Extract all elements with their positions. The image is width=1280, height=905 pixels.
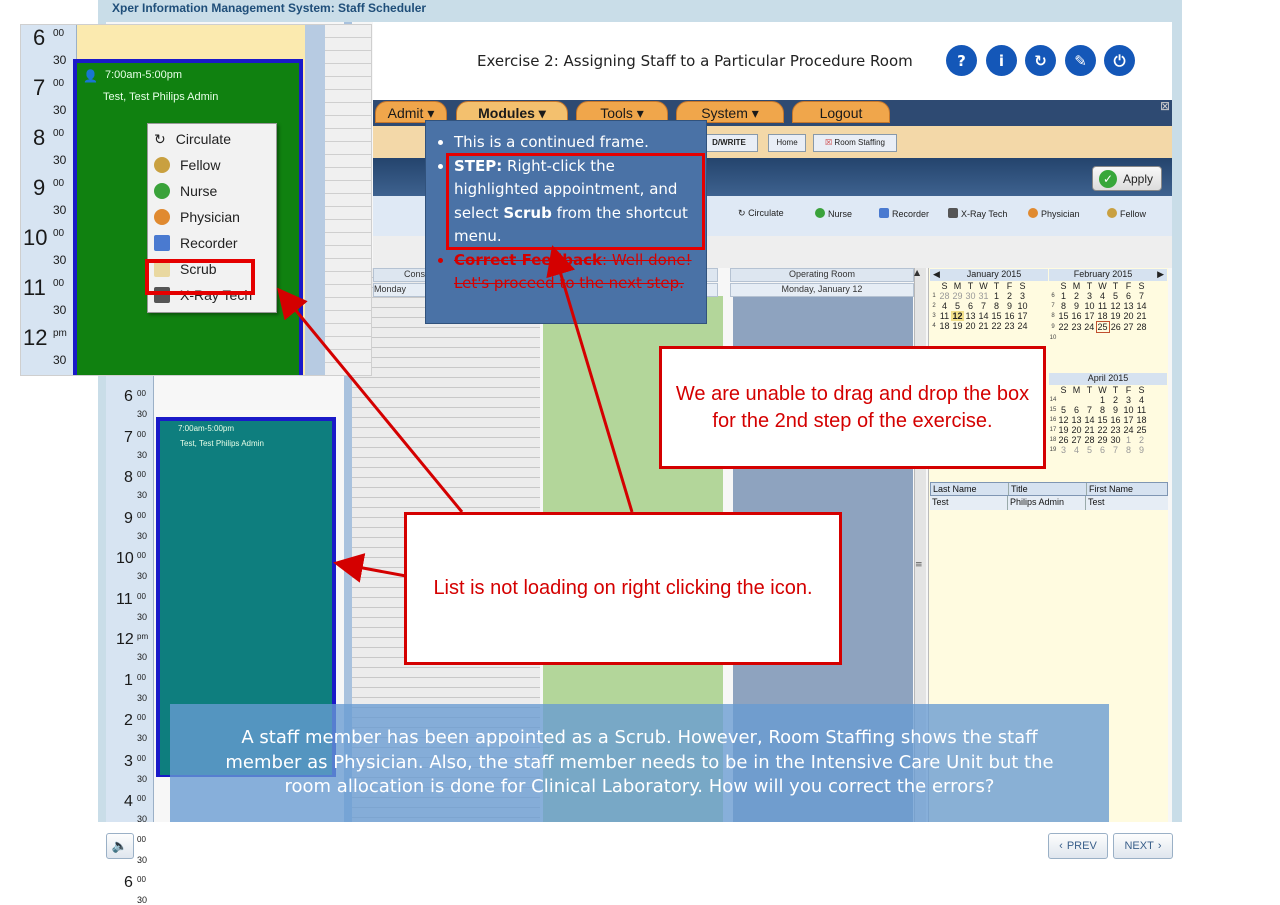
question-text: A staff member has been appointed as a S… [170,704,1109,822]
next-button[interactable]: NEXT › [1113,833,1173,859]
arrow-to-appointment [333,553,407,583]
chevron-right-icon: › [1157,840,1162,852]
audio-button[interactable]: 🔈 [106,833,134,859]
arrow-to-step [546,245,634,513]
chevron-left-icon: ‹ [1059,840,1063,852]
half-hour-label: 30 [137,895,148,905]
speaker-icon: 🔈 [111,838,129,854]
annotation-list-not-loading: List is not loading on right clicking th… [404,512,842,665]
hour-suffix: 00 [137,875,146,884]
arrow-to-scrub [277,287,464,513]
hour-number: 6 [124,874,133,891]
prev-button[interactable]: ‹ PREV [1048,833,1108,859]
annotation-drag-drop: We are unable to drag and drop the box f… [659,346,1046,469]
